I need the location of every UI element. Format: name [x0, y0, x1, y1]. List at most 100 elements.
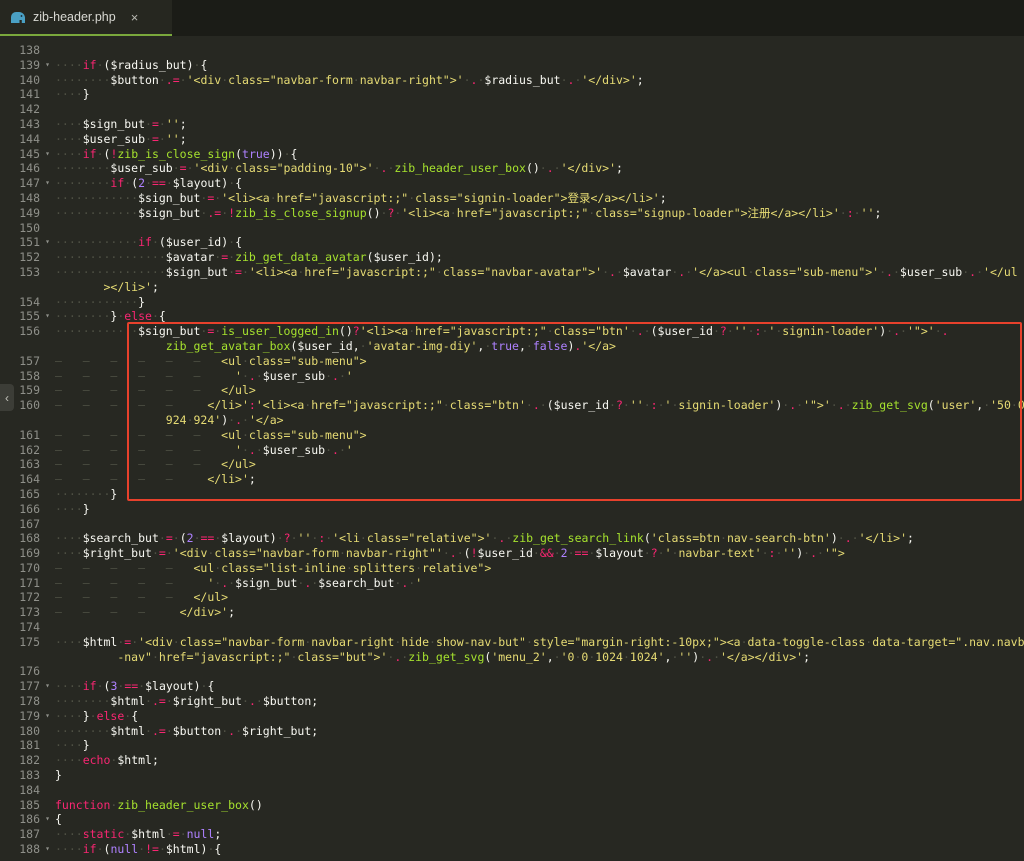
fold-arrow-icon[interactable]: ▾	[40, 309, 55, 324]
line-number[interactable]: 163	[0, 457, 40, 472]
code-line[interactable]: 157– – – – – – <ul·class="sub-menu">	[0, 354, 1024, 369]
code-line[interactable]: 141····}	[0, 87, 1024, 102]
code-line[interactable]: 168····$search_but·=·(2·==·$layout)·?·''…	[0, 531, 1024, 546]
line-number[interactable]: 184	[0, 783, 40, 798]
code-line[interactable]: 138	[0, 43, 1024, 58]
code-line[interactable]: 150	[0, 221, 1024, 236]
line-number[interactable]: 139	[0, 58, 40, 73]
code-line[interactable]: -nav"·href="javascript:;"·class="but">'·…	[0, 650, 1024, 665]
code-line[interactable]: 166····}	[0, 502, 1024, 517]
line-number[interactable]: 148	[0, 191, 40, 206]
fold-arrow-icon[interactable]: ▾	[40, 176, 55, 191]
line-number[interactable]: 156	[0, 324, 40, 339]
line-number[interactable]: 182	[0, 753, 40, 768]
fold-arrow-icon[interactable]: ▾	[40, 709, 55, 724]
code-line[interactable]: 167	[0, 517, 1024, 532]
fold-arrow-icon[interactable]: ▾	[40, 679, 55, 694]
code-line[interactable]: 162– – – – – – '·.·$user_sub·.·'	[0, 443, 1024, 458]
line-number[interactable]: 177	[0, 679, 40, 694]
code-line[interactable]: 924·924')·.·'</a>	[0, 413, 1024, 428]
code-line[interactable]: 170– – – – – <ul·class="list-inline·spli…	[0, 561, 1024, 576]
line-number[interactable]	[0, 339, 40, 354]
line-number[interactable]: 178	[0, 694, 40, 709]
line-number[interactable]: 144	[0, 132, 40, 147]
code-line[interactable]: 183}	[0, 768, 1024, 783]
code-line[interactable]: 180········$html·.=·$button·.·$right_but…	[0, 724, 1024, 739]
code-line[interactable]: 177▾····if·(3·==·$layout)·{	[0, 679, 1024, 694]
line-number[interactable]: 143	[0, 117, 40, 132]
code-line[interactable]: 165········}	[0, 487, 1024, 502]
code-line[interactable]: 151▾············if·($user_id)·{	[0, 235, 1024, 250]
code-line[interactable]: 164– – – – – </li>';	[0, 472, 1024, 487]
fold-arrow-icon[interactable]: ▾	[40, 235, 55, 250]
line-number[interactable]: 150	[0, 221, 40, 236]
line-number[interactable]: 166	[0, 502, 40, 517]
line-number[interactable]: 164	[0, 472, 40, 487]
code-line[interactable]: 147▾········if·(2·==·$layout)·{	[0, 176, 1024, 191]
code-line[interactable]: 153················$sign_but·=·'<li><a·h…	[0, 265, 1024, 280]
line-number[interactable]: 146	[0, 161, 40, 176]
line-number[interactable]: 151	[0, 235, 40, 250]
line-number[interactable]: 142	[0, 102, 40, 117]
code-line[interactable]: 152················$avatar·=·zib_get_dat…	[0, 250, 1024, 265]
code-line[interactable]: 149············$sign_but·.=·!zib_is_clos…	[0, 206, 1024, 221]
code-line[interactable]: zib_get_avatar_box($user_id,·'avatar-img…	[0, 339, 1024, 354]
code-line[interactable]: 176	[0, 664, 1024, 679]
line-number[interactable]: 165	[0, 487, 40, 502]
line-number[interactable]: 171	[0, 576, 40, 591]
code-line[interactable]: 175····$html·=·'<div·class="navbar-form·…	[0, 635, 1024, 650]
line-number[interactable]: 138	[0, 43, 40, 58]
line-number[interactable]	[0, 413, 40, 428]
line-number[interactable]: 187	[0, 827, 40, 842]
line-number[interactable]: 149	[0, 206, 40, 221]
code-line[interactable]: 158– – – – – – '·.·$user_sub·.·'	[0, 369, 1024, 384]
code-line[interactable]: 188▾····if·(null·!=·$html)·{	[0, 842, 1024, 857]
line-number[interactable]: 170	[0, 561, 40, 576]
fold-arrow-icon[interactable]: ▾	[40, 58, 55, 73]
code-line[interactable]: 148············$sign_but·=·'<li><a·href=…	[0, 191, 1024, 206]
tab-zib-header-php[interactable]: zib-header.php ×	[0, 0, 172, 36]
code-line[interactable]: 139▾····if·($radius_but)·{	[0, 58, 1024, 73]
panel-collapse-handle[interactable]: ‹	[0, 384, 14, 411]
code-line[interactable]: 179▾····}·else·{	[0, 709, 1024, 724]
code-line[interactable]: 144····$user_sub·=·'';	[0, 132, 1024, 147]
code-line[interactable]: 146········$user_sub·=·'<div·class="padd…	[0, 161, 1024, 176]
fold-arrow-icon[interactable]: ▾	[40, 842, 55, 857]
code-line[interactable]: 187····static·$html·=·null;	[0, 827, 1024, 842]
tab-close-icon[interactable]: ×	[131, 10, 139, 25]
code-line[interactable]: 172– – – – – </ul>	[0, 590, 1024, 605]
code-line[interactable]: 184	[0, 783, 1024, 798]
line-number[interactable]: 174	[0, 620, 40, 635]
line-number[interactable]: 154	[0, 295, 40, 310]
code-line[interactable]: ></li>';	[0, 280, 1024, 295]
fold-arrow-icon[interactable]: ▾	[40, 812, 55, 827]
code-line[interactable]: 163– – – – – – </ul>	[0, 457, 1024, 472]
line-number[interactable]	[0, 280, 40, 295]
line-number[interactable]: 168	[0, 531, 40, 546]
code-line[interactable]: 186▾{	[0, 812, 1024, 827]
line-number[interactable]: 157	[0, 354, 40, 369]
code-line[interactable]: 156············$sign_but·=·is_user_logge…	[0, 324, 1024, 339]
code-area[interactable]: ········$button·.=·'<div·class="navbar-f…	[0, 36, 1024, 861]
code-line[interactable]: 160– – – – – </li>':'<li><a·href="javasc…	[0, 398, 1024, 413]
code-line[interactable]: 154············}	[0, 295, 1024, 310]
code-line[interactable]: 173– – – – </div>';	[0, 605, 1024, 620]
line-number[interactable]: 158	[0, 369, 40, 384]
code-line[interactable]: 178········$html·.=·$right_but·.·$button…	[0, 694, 1024, 709]
line-number[interactable]: 175	[0, 635, 40, 650]
code-line[interactable]: ········$button·.=·'<div·class="navbar-f…	[0, 36, 1024, 43]
line-number[interactable]: 180	[0, 724, 40, 739]
line-number[interactable]: 153	[0, 265, 40, 280]
line-number[interactable]: 179	[0, 709, 40, 724]
code-line[interactable]: 174	[0, 620, 1024, 635]
line-number[interactable]: 169	[0, 546, 40, 561]
code-line[interactable]: 169····$right_but·=·'<div·class="navbar-…	[0, 546, 1024, 561]
line-number[interactable]: 186	[0, 812, 40, 827]
line-number[interactable]: 172	[0, 590, 40, 605]
code-line[interactable]: 140········$button·.=·'<div·class="navba…	[0, 73, 1024, 88]
line-number[interactable]: 173	[0, 605, 40, 620]
code-line[interactable]: 145▾····if·(!zib_is_close_sign(true))·{	[0, 147, 1024, 162]
code-line[interactable]: 185function·zib_header_user_box()	[0, 798, 1024, 813]
code-line[interactable]: 142	[0, 102, 1024, 117]
code-line[interactable]: 159– – – – – – </ul>	[0, 383, 1024, 398]
